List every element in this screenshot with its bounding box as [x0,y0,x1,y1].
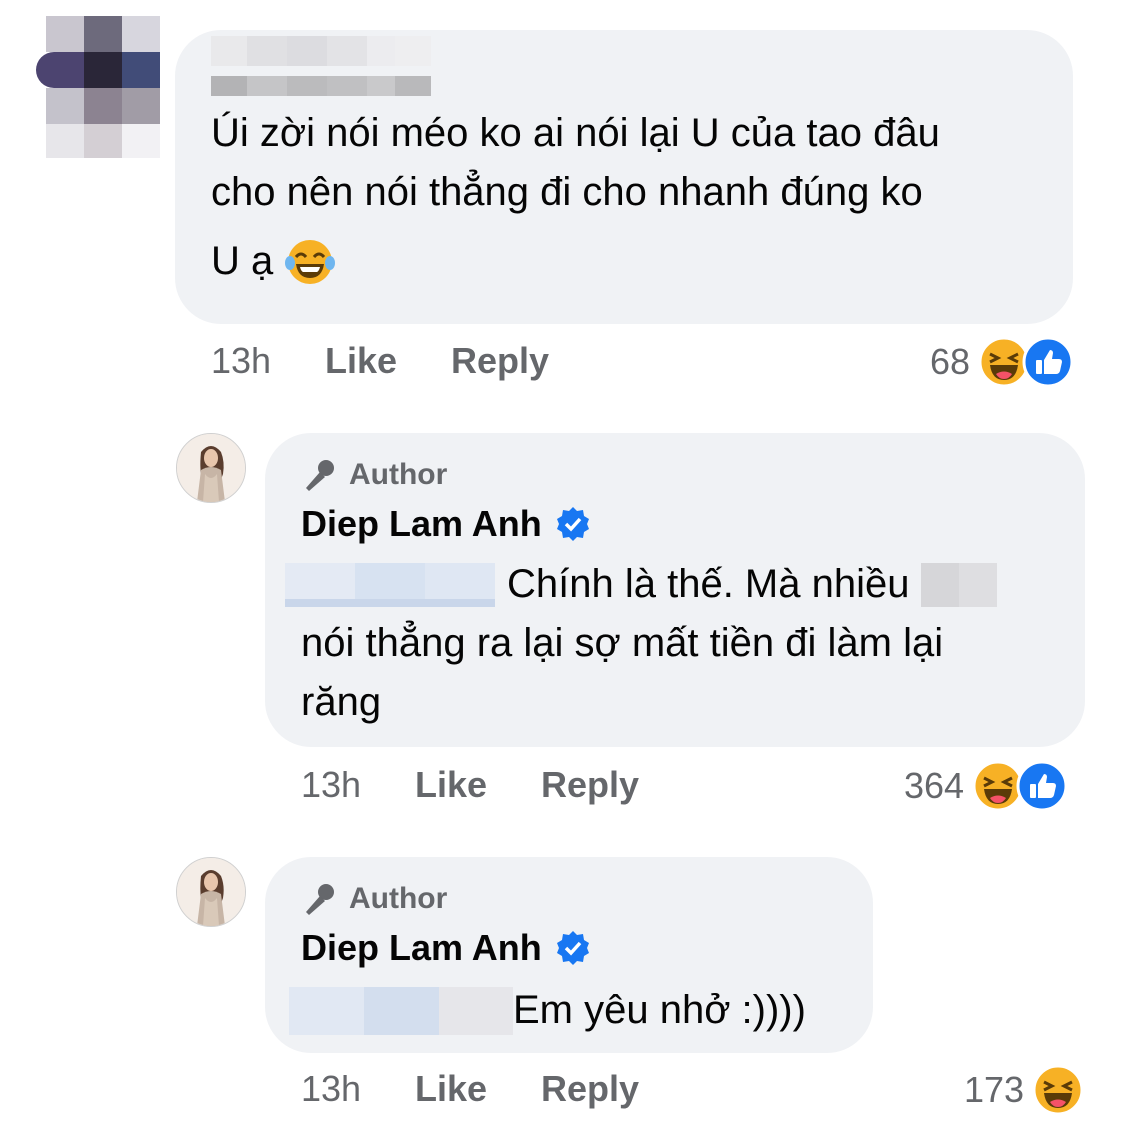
commenter-name[interactable]: Diep Lam Anh [301,503,542,545]
comment-bubble: Author Diep Lam Anh Em yêu nhở :)))) [265,857,873,1053]
reaction-count: 173 [964,1069,1025,1110]
comment-timestamp[interactable]: 13h [301,764,415,806]
comment-actions: 13h Like Reply [301,764,639,806]
comment-timestamp[interactable]: 13h [301,1068,415,1110]
author-badge-label: Author [349,882,448,915]
author-badge-label: Author [349,458,448,491]
author-badge: Author [301,457,447,493]
reaction-summary[interactable]: 173 [964,1064,1084,1116]
like-reaction-icon [1022,336,1074,388]
reaction-count: 364 [904,765,965,806]
comment-text-line: Úi zời nói méo ko ai nói lại U của tao đ… [211,111,940,155]
reaction-summary[interactable]: 68 [930,336,1074,388]
commenter-avatar-blurred[interactable] [36,16,162,158]
comment-text-line: Chính là thế. Mà nhiều [507,562,910,606]
like-reaction-icon [1016,760,1068,812]
comment-bubble: Úi zời nói méo ko ai nói lại U của tao đ… [175,30,1073,324]
verified-badge-icon [556,507,589,541]
reply-button[interactable]: Reply [541,764,639,806]
joy-emoji-icon [285,239,336,284]
comment-text-line: U ạ [211,239,274,283]
like-button[interactable]: Like [325,340,451,382]
redacted-mention [285,562,495,607]
comment-text-line: răng [301,680,382,724]
comment-actions: 13h Like Reply [211,340,549,382]
haha-reaction-icon [1032,1064,1084,1116]
person-photo-icon [177,434,245,502]
reply-button[interactable]: Reply [541,1068,639,1110]
comment-actions: 13h Like Reply [301,1068,639,1110]
redacted-mention [289,986,513,1035]
commenter-name[interactable]: Diep Lam Anh [301,927,542,969]
comment-bubble: Author Diep Lam Anh Chính là thế. Mà nhi… [265,433,1085,747]
microphone-icon [306,460,334,491]
reply-button[interactable]: Reply [451,340,549,382]
microphone-icon [306,884,334,915]
comment-text-line: cho nên nói thẳng đi cho nhanh đúng ko [211,170,923,214]
like-button[interactable]: Like [415,1068,541,1110]
author-badge: Author [301,881,447,917]
comment-text-line: Em yêu nhở :)))) [513,988,806,1032]
comment-text-line: nói thẳng ra lại sợ mất tiền đi làm lại [301,621,944,665]
reaction-summary[interactable]: 364 [904,760,1068,812]
author-avatar[interactable] [176,857,246,927]
comment-timestamp[interactable]: 13h [211,340,325,382]
redacted-name [211,36,431,96]
person-photo-icon [177,858,245,926]
reaction-count: 68 [930,341,971,382]
like-button[interactable]: Like [415,764,541,806]
redacted-word [921,562,998,607]
author-avatar[interactable] [176,433,246,503]
verified-badge-icon [556,931,589,965]
